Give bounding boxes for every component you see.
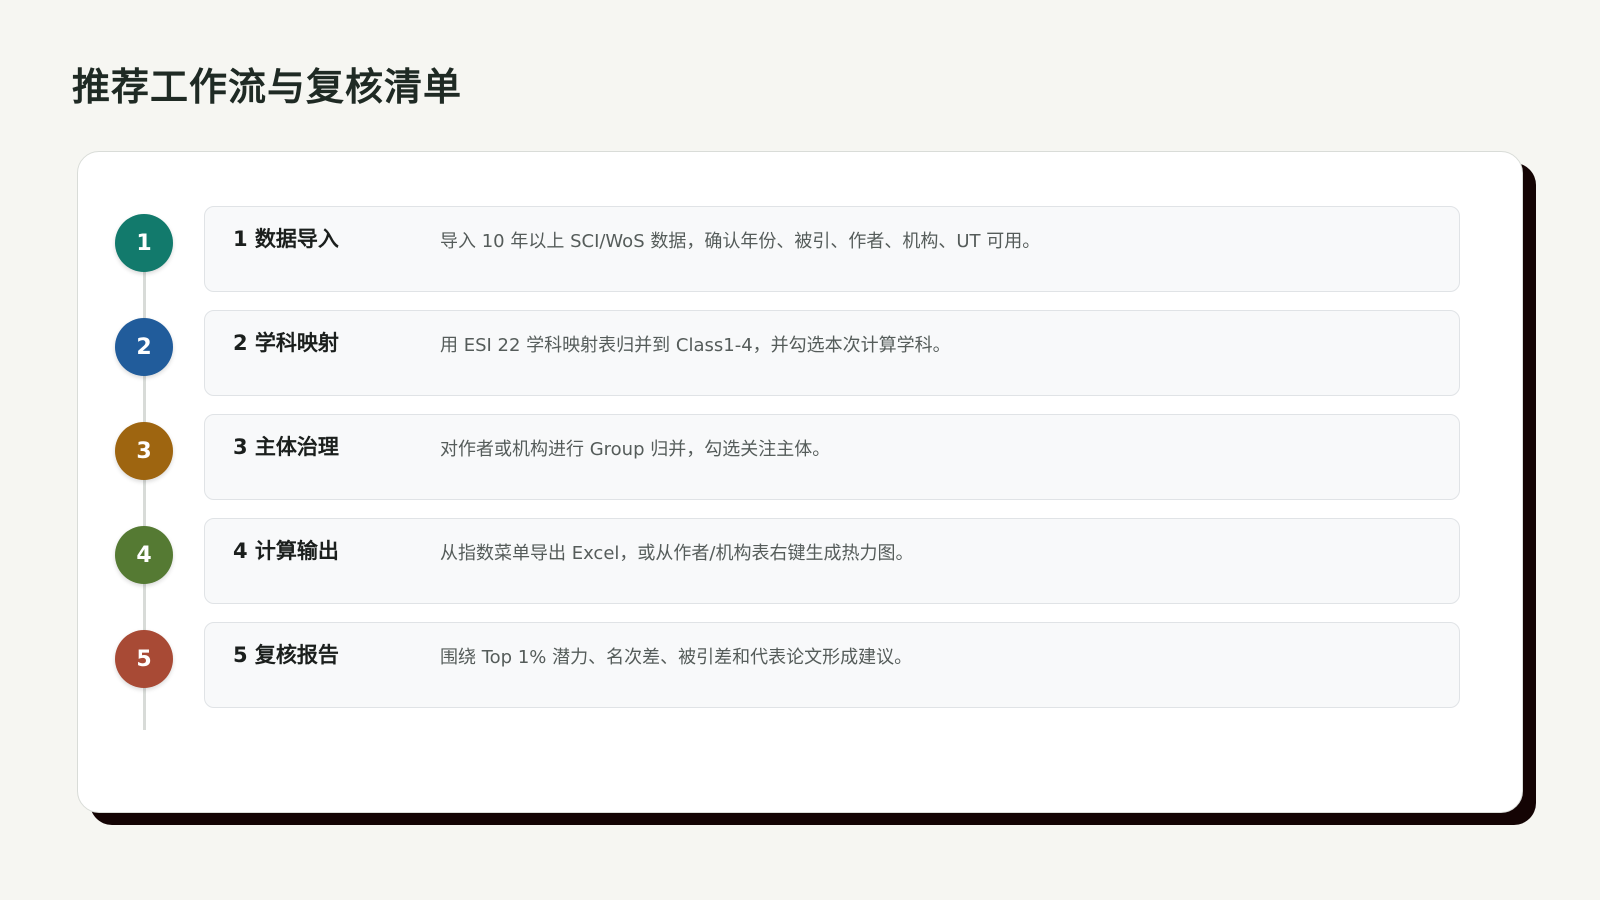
step-2-title: 2 学科映射 — [233, 331, 339, 355]
step-1-description: 导入 10 年以上 SCI/WoS 数据，确认年份、被引、作者、机构、UT 可用… — [440, 231, 1041, 252]
step-3-description: 对作者或机构进行 Group 归并，勾选关注主体。 — [440, 439, 831, 460]
step-4-card: 4 计算输出 从指数菜单导出 Excel，或从作者/机构表右键生成热力图。 — [204, 518, 1460, 604]
step-1-title: 1 数据导入 — [233, 227, 339, 251]
step-3-card: 3 主体治理 对作者或机构进行 Group 归并，勾选关注主体。 — [204, 414, 1460, 500]
step-3-number-badge: 3 — [115, 422, 173, 480]
step-2-card: 2 学科映射 用 ESI 22 学科映射表归并到 Class1-4，并勾选本次计… — [204, 310, 1460, 396]
step-5-title: 5 复核报告 — [233, 643, 339, 667]
step-2-number-badge: 2 — [115, 318, 173, 376]
step-1-card: 1 数据导入 导入 10 年以上 SCI/WoS 数据，确认年份、被引、作者、机… — [204, 206, 1460, 292]
step-2-description: 用 ESI 22 学科映射表归并到 Class1-4，并勾选本次计算学科。 — [440, 335, 951, 356]
page-title: 推荐工作流与复核清单 — [72, 65, 463, 109]
step-5-card: 5 复核报告 围绕 Top 1% 潜力、名次差、被引差和代表论文形成建议。 — [204, 622, 1460, 708]
step-4-title: 4 计算输出 — [233, 539, 339, 563]
step-5-number-badge: 5 — [115, 630, 173, 688]
step-3-title: 3 主体治理 — [233, 435, 339, 459]
step-4-description: 从指数菜单导出 Excel，或从作者/机构表右键生成热力图。 — [440, 543, 914, 564]
step-5-description: 围绕 Top 1% 潜力、名次差、被引差和代表论文形成建议。 — [440, 647, 913, 668]
step-4-number-badge: 4 — [115, 526, 173, 584]
step-1-number-badge: 1 — [115, 214, 173, 272]
